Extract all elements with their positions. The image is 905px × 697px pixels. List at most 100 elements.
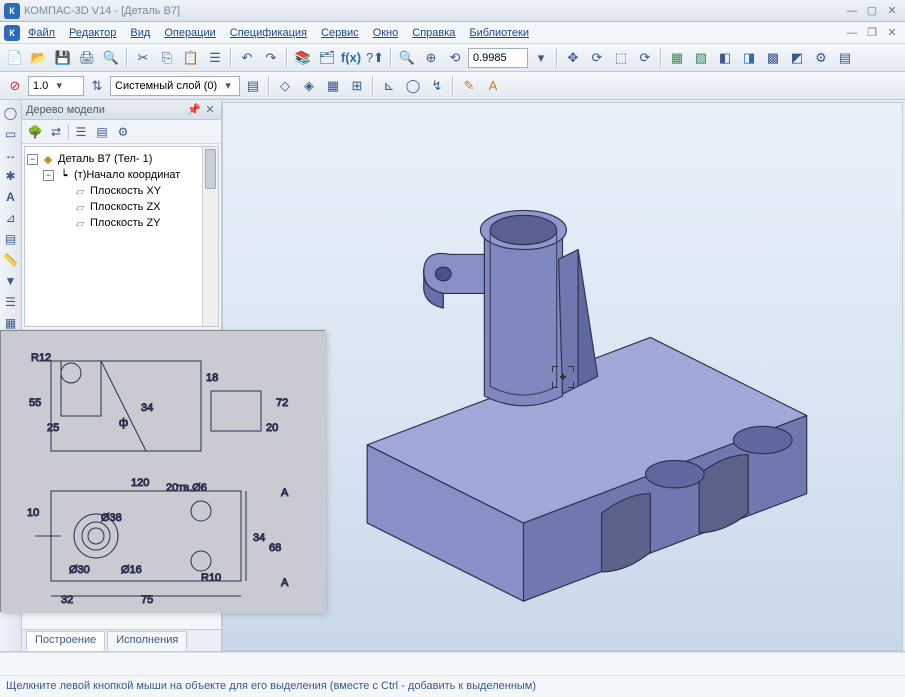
layer-combo[interactable]: Системный слой (0) ▾ (110, 76, 240, 96)
shaded-icon[interactable]: ◨ (738, 47, 760, 69)
svg-text:20тв.Ø6: 20тв.Ø6 (166, 482, 207, 494)
filters-icon[interactable]: ▼ (2, 272, 20, 290)
hidden-icon[interactable]: ▧ (690, 47, 712, 69)
manager-icon[interactable]: 🗂 (316, 47, 338, 69)
panel-close-icon[interactable]: ✕ (203, 103, 217, 117)
tree-settings-icon[interactable]: ⚙ (114, 123, 132, 141)
params-icon[interactable]: ▤ (2, 230, 20, 248)
layer-mgr-icon[interactable]: ▤ (242, 75, 264, 97)
tree-relations-icon[interactable]: ⇄ (47, 123, 65, 141)
local-cs-icon[interactable]: ↯ (426, 75, 448, 97)
scale-combo[interactable]: 1.0 ▾ (28, 76, 84, 96)
tree-plane-zy[interactable]: ▱ Плоскость ZY (59, 215, 216, 231)
paste-icon[interactable]: 📋 (180, 47, 202, 69)
text-icon[interactable]: A (482, 75, 504, 97)
maximize-button[interactable]: ▢ (863, 4, 881, 18)
menu-libs[interactable]: Библиотеки (463, 25, 535, 41)
redo-icon[interactable]: ↷ (260, 47, 282, 69)
refresh-icon[interactable]: ⟳ (634, 47, 656, 69)
menu-window[interactable]: Окно (367, 25, 405, 41)
help-icon[interactable]: ?⬆ (364, 47, 386, 69)
tree-display-icon[interactable]: ▤ (93, 123, 111, 141)
snap-end-icon[interactable]: ◇ (274, 75, 296, 97)
step-icon[interactable]: ⇅ (86, 75, 108, 97)
menu-service[interactable]: Сервис (315, 25, 365, 41)
pan-icon[interactable]: ✥ (562, 47, 584, 69)
tree-plane-zx[interactable]: ▱ Плоскость ZX (59, 199, 216, 215)
toolbar-current-state: ⊘ 1.0 ▾ ⇅ Системный слой (0) ▾ ▤ ◇ ◈ ▦ ⊞… (0, 72, 905, 100)
scrollbar[interactable] (202, 147, 218, 326)
panel-title: Дерево модели (26, 104, 185, 116)
tree-root-label: Деталь В7 (Тел- 1) (58, 153, 152, 165)
save-icon[interactable]: 💾 (52, 47, 74, 69)
title-bar: К КОМПАС-3D V14 - [Деталь В7] — ▢ ✕ (0, 0, 905, 22)
snap-mid-icon[interactable]: ◈ (298, 75, 320, 97)
separator (230, 48, 232, 68)
simplify-icon[interactable]: ▤ (834, 47, 856, 69)
menu-spec[interactable]: Спецификация (224, 25, 313, 41)
mdi-close-button[interactable]: ✕ (883, 26, 901, 40)
tree-filter-icon[interactable]: ☰ (72, 123, 90, 141)
tree-origin[interactable]: − ┕ (т)Начало координат (43, 167, 216, 183)
spec-icon[interactable]: ☰ (2, 293, 20, 311)
edit-icon[interactable]: ▭ (2, 125, 20, 143)
sketch-icon[interactable]: ✎ (458, 75, 480, 97)
orient-icon[interactable]: ⬚ (610, 47, 632, 69)
text-panel-icon[interactable]: A (2, 188, 20, 206)
round-icon[interactable]: ◯ (402, 75, 424, 97)
undo-icon[interactable]: ↶ (236, 47, 258, 69)
scrollbar-thumb[interactable] (205, 149, 216, 189)
zoom-input[interactable] (468, 48, 528, 68)
preview-icon[interactable]: 🔍 (100, 47, 122, 69)
svg-text:120: 120 (131, 477, 149, 489)
ortho-icon[interactable]: ⊾ (378, 75, 400, 97)
zoom-window-icon[interactable]: 🔍 (396, 47, 418, 69)
cut-icon[interactable]: ✂ (132, 47, 154, 69)
geometry-icon[interactable]: ◯ (2, 104, 20, 122)
config-icon[interactable]: ⚙ (810, 47, 832, 69)
tree-plane-xy[interactable]: ▱ Плоскость XY (59, 183, 216, 199)
dimensions-icon[interactable]: ↔ (2, 146, 20, 164)
pin-icon[interactable]: 📌 (187, 103, 201, 117)
library-icon[interactable]: 📚 (292, 47, 314, 69)
halftone-icon[interactable]: ▩ (762, 47, 784, 69)
tree-root[interactable]: − ◆ Деталь В7 (Тел- 1) (27, 151, 216, 167)
collapse-icon[interactable]: − (27, 154, 38, 165)
mdi-restore-button[interactable]: ❐ (863, 26, 881, 40)
snap-grid-icon[interactable]: ▦ (322, 75, 344, 97)
tab-build[interactable]: Построение (26, 631, 105, 651)
constraints-icon[interactable]: ⊿ (2, 209, 20, 227)
separator (68, 124, 69, 140)
zoom-dropdown-icon[interactable]: ▾ (530, 47, 552, 69)
properties-icon[interactable]: ☰ (204, 47, 226, 69)
close-button[interactable]: ✕ (883, 4, 901, 18)
copy-icon[interactable]: ⎘ (156, 47, 178, 69)
collapse-icon[interactable]: − (43, 170, 54, 181)
rotate-icon[interactable]: ⟳ (586, 47, 608, 69)
print-icon[interactable]: 🖨 (76, 47, 98, 69)
menu-operations[interactable]: Операции (158, 25, 221, 41)
stop-icon[interactable]: ⊘ (4, 75, 26, 97)
minimize-button[interactable]: — (843, 4, 861, 18)
app-menu-icon[interactable]: К (4, 25, 20, 41)
zoom-in-icon[interactable]: ⊕ (420, 47, 442, 69)
symbols-icon[interactable]: ✱ (2, 167, 20, 185)
zoom-prev-icon[interactable]: ⟲ (444, 47, 466, 69)
perspective-icon[interactable]: ◩ (786, 47, 808, 69)
variables-icon[interactable]: f(x) (340, 47, 362, 69)
mdi-minimize-button[interactable]: — (843, 26, 861, 40)
menu-file[interactable]: Файл (22, 25, 61, 41)
menu-view[interactable]: Вид (124, 25, 156, 41)
menu-edit[interactable]: Редактор (63, 25, 122, 41)
open-icon[interactable]: 📂 (28, 47, 50, 69)
snap-toggle-icon[interactable]: ⊞ (346, 75, 368, 97)
tab-exec[interactable]: Исполнения (107, 631, 187, 651)
model-tree[interactable]: − ◆ Деталь В7 (Тел- 1) − ┕ (т)Начало коо… (24, 146, 219, 327)
status-bar: Щелкните левой кнопкой мыши на объекте д… (0, 675, 905, 697)
wireframe-icon[interactable]: ▦ (666, 47, 688, 69)
menu-help[interactable]: Справка (406, 25, 461, 41)
new-icon[interactable]: 📄 (4, 47, 26, 69)
tree-view-icon[interactable]: 🌳 (26, 123, 44, 141)
shaded-wire-icon[interactable]: ◧ (714, 47, 736, 69)
measure-icon[interactable]: 📏 (2, 251, 20, 269)
